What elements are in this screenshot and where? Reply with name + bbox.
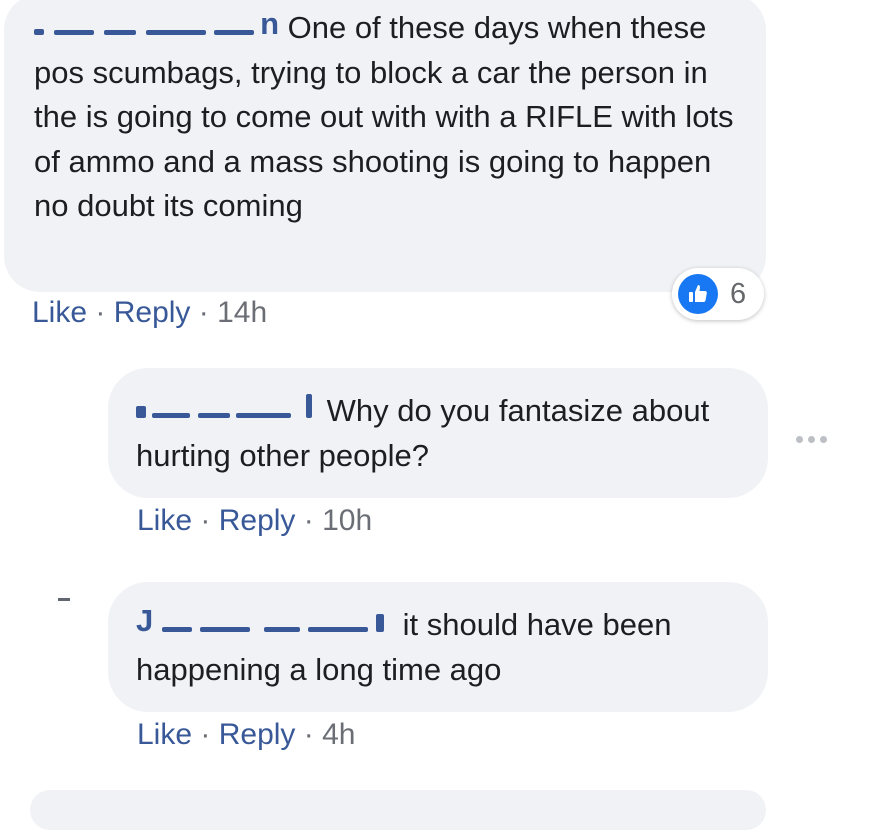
timestamp[interactable]: 10h	[322, 504, 372, 537]
comment-actions: Like · Reply · 10h	[137, 504, 372, 538]
timestamp[interactable]: 4h	[322, 718, 355, 751]
more-horizontal-icon[interactable]	[796, 432, 836, 446]
redacted-author-name[interactable]: n	[34, 6, 279, 41]
redacted-author-name[interactable]: J	[136, 603, 394, 638]
comment-actions: Like · Reply · 4h	[137, 718, 355, 752]
reply-link[interactable]: Reply	[114, 296, 191, 329]
comment-bubble-partial	[30, 790, 766, 830]
reply-link[interactable]: Reply	[219, 504, 296, 537]
reaction-count: 6	[730, 277, 747, 310]
comment-bubble: n One of these days when these pos scumb…	[4, 0, 766, 292]
author-name-fragment[interactable]: J	[136, 599, 153, 644]
reply-bubble: J it should have been happening a long t…	[108, 582, 768, 712]
comment-text: One of these days when these pos scumbag…	[34, 10, 734, 223]
separator: ·	[295, 504, 323, 537]
separator: ·	[295, 718, 323, 751]
separator: ·	[192, 718, 219, 751]
reply-link[interactable]: Reply	[219, 718, 296, 751]
like-link[interactable]: Like	[137, 718, 192, 751]
separator: ·	[190, 296, 218, 329]
redacted-author-name[interactable]	[136, 393, 318, 421]
thread-connector	[58, 598, 70, 601]
reply-bubble: Why do you fantasize about hurting other…	[108, 368, 768, 498]
separator: ·	[87, 296, 114, 329]
thumbs-up-icon	[678, 274, 718, 314]
timestamp[interactable]: 14h	[217, 296, 267, 329]
like-link[interactable]: Like	[32, 296, 87, 329]
comment-actions: Like · Reply · 14h	[32, 296, 267, 330]
separator: ·	[192, 504, 219, 537]
like-link[interactable]: Like	[137, 504, 192, 537]
author-name-fragment[interactable]: n	[260, 2, 279, 47]
reaction-badge[interactable]: 6	[672, 268, 764, 320]
